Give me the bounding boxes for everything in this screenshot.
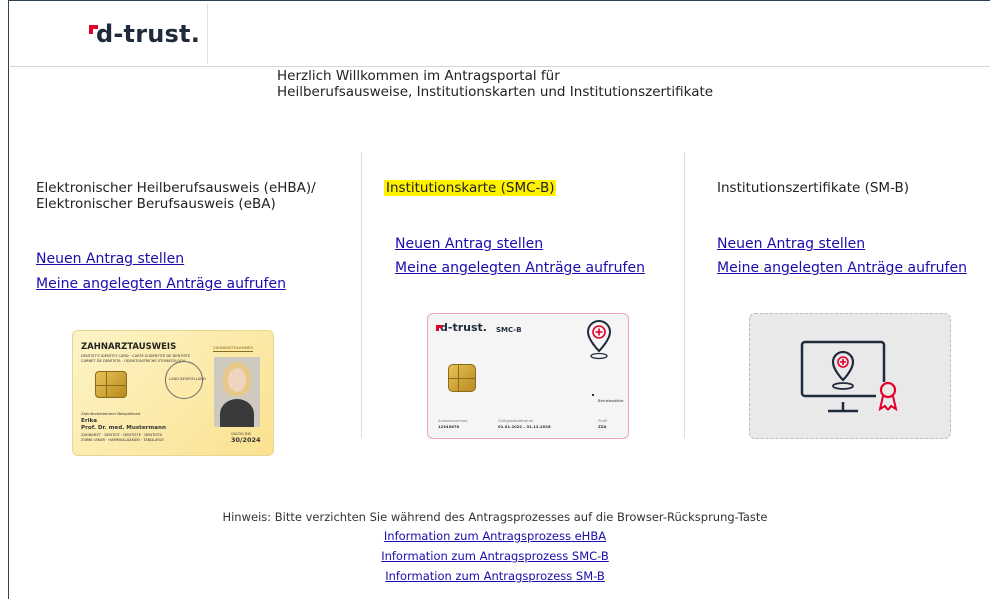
logo[interactable]: d-trust. — [72, 4, 208, 64]
logo-text: d-trust. — [96, 20, 201, 48]
welcome-line-2: Heilberufsausweise, Institutionskarten u… — [277, 84, 714, 100]
column-divider-2 — [684, 152, 685, 438]
smb-new-application-link[interactable]: Neuen Antrag stellen — [717, 236, 865, 252]
seal-text: LAND BEISPIELLAND — [169, 377, 206, 381]
card-name: Prof. Dr. med. Mustermann — [81, 425, 166, 431]
portrait-face — [228, 368, 246, 392]
column-title-smb: Institutionszertifikate (SM-B) — [717, 180, 909, 196]
chip-icon — [95, 371, 127, 398]
card-field-2-value: 01.01.2022 – 31.12.2026 — [498, 424, 551, 429]
column-title-ehba-line-1: Elektronischer Heilberufsausweis (eHBA)/ — [36, 180, 316, 196]
column-divider-1 — [361, 152, 362, 438]
card-fine-2: ZUBNI LEKAR · HAMMASLÄÄKÄRI · TANDLÆGE — [81, 438, 164, 442]
ehba-new-application-link[interactable]: Neuen Antrag stellen — [36, 251, 184, 267]
card-given-name: Erika — [81, 418, 97, 424]
card-chamber: Zahnärztekammer Beispielland — [81, 411, 141, 416]
footer-note: Hinweis: Bitte verzichten Sie während de… — [222, 510, 768, 524]
footer-link-smb-row: Information zum Antragsprozess SM-B — [0, 569, 990, 583]
portrait-shoulders — [220, 399, 254, 427]
chip-icon — [448, 364, 476, 392]
info-ehba-link[interactable]: Information zum Antragsprozess eHBA — [384, 529, 606, 543]
location-cross-icon — [586, 319, 612, 360]
column-title-smcb: Institutionskarte (SMC-B) — [384, 180, 557, 196]
portrait-photo — [214, 357, 260, 427]
card-sub-1: DENTIST'S IDENTITY CARD · CARTE D'IDENTI… — [81, 354, 191, 358]
welcome-line-1: Herzlich Willkommen im Antragsportal für — [277, 68, 560, 84]
card-side-label: Betriebsstätte — [598, 399, 624, 403]
welcome-text: Herzlich Willkommen im Antragsportal für… — [277, 68, 713, 100]
smb-my-applications-link[interactable]: Meine angelegten Anträge aufrufen — [717, 260, 967, 276]
ehba-my-applications-link[interactable]: Meine angelegten Anträge aufrufen — [36, 276, 286, 292]
card-field-3-value: ZZA — [598, 424, 607, 429]
column-title-ehba: Elektronischer Heilberufsausweis (eHBA)/… — [36, 180, 316, 212]
card-field-1-value: 12345678 — [438, 424, 460, 429]
card-heading: ZAHNARZTAUSWEIS — [81, 342, 177, 352]
footer-link-ehba-row: Information zum Antragsprozess eHBA — [0, 529, 990, 543]
smcb-card-image: d-trust. SMC-B Betriebsstätte Ausweisnum… — [427, 313, 629, 439]
info-smcb-link[interactable]: Information zum Antragsprozess SMC-B — [381, 549, 609, 563]
footer-link-smcb-row: Information zum Antragsprozess SMC-B — [0, 549, 990, 563]
card-date: 30/2024 — [231, 436, 261, 444]
card-sub-2: CARNET DE DENTISTA · ODONTOIATRICHE STOM… — [81, 359, 186, 363]
column-title-smcb-text: Institutionskarte (SMC-B) — [384, 180, 557, 196]
smcb-my-applications-link[interactable]: Meine angelegten Anträge aufrufen — [395, 260, 645, 276]
ehba-card-image: ZAHNARZTAUSWEIS DENTIST'S IDENTITY CARD … — [72, 330, 274, 456]
brand-mark-icon — [436, 325, 442, 331]
header: d-trust. — [10, 2, 990, 67]
side-dot-icon — [592, 394, 594, 396]
column-title-ehba-line-2: Elektronischer Berufsausweis (eBA) — [36, 196, 276, 212]
smb-certificate-image — [749, 313, 951, 439]
monitor-certificate-icon — [800, 340, 902, 413]
seal-icon: LAND BEISPIELLAND — [165, 361, 206, 399]
card-badge: ZAHNÄRZTEKAMMER — [213, 345, 254, 352]
card-brand: d-trust. — [440, 321, 487, 334]
card-fine-1: ZAHNARZT · DENTIST · DENTISTE · DENTISTA — [81, 433, 163, 437]
card-type: SMC-B — [496, 326, 522, 334]
info-smb-link[interactable]: Information zum Antragsprozess SM-B — [385, 569, 605, 583]
smcb-new-application-link[interactable]: Neuen Antrag stellen — [395, 236, 543, 252]
